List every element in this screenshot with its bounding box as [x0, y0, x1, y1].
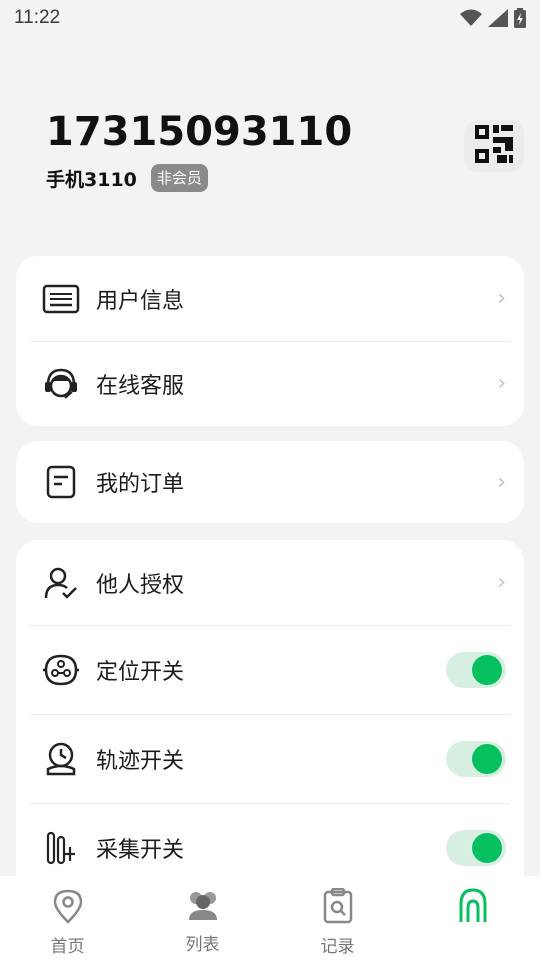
member-badge[interactable]: 非会员	[150, 164, 208, 192]
people-icon	[186, 888, 220, 926]
qr-code-button[interactable]	[464, 120, 524, 172]
tab-list[interactable]: 列表	[135, 876, 270, 960]
phone-number: 17315093110	[46, 109, 353, 155]
menu-item-label: 在线客服	[96, 373, 185, 399]
menu-item-authorization[interactable]: 他人授权 ›	[16, 540, 524, 625]
tab-label: 记录	[320, 937, 355, 957]
keyboard-icon	[42, 280, 80, 318]
collect-toggle[interactable]	[446, 829, 506, 866]
wifi-icon	[460, 9, 482, 27]
track-icon	[42, 740, 80, 778]
chevron-right-icon: ›	[497, 469, 506, 495]
chevron-right-icon: ›	[497, 371, 506, 396]
menu-item-label: 我的订单	[96, 472, 185, 497]
signal-icon	[488, 9, 508, 27]
menu-item-my-orders[interactable]: 我的订单 ›	[16, 441, 524, 523]
location-toggle[interactable]	[446, 651, 506, 688]
menu-item-label: 轨迹开关	[96, 748, 185, 774]
location-pin-icon	[52, 888, 84, 928]
menu-card-settings: 他人授权 › 定位开关 轨迹开关 采集开关	[16, 540, 524, 880]
headset-icon	[42, 365, 80, 403]
status-icons	[460, 8, 526, 28]
menu-item-label: 用户信息	[96, 288, 185, 314]
order-icon	[42, 463, 80, 501]
menu-item-label: 采集开关	[96, 837, 185, 863]
menu-item-user-info[interactable]: 用户信息 ›	[16, 256, 524, 341]
tab-home[interactable]: 首页	[0, 876, 135, 960]
menu-item-label: 他人授权	[96, 572, 185, 598]
toggle-knob	[472, 832, 502, 863]
menu-card-account: 用户信息 › 在线客服 ›	[16, 256, 524, 426]
location-switch-icon	[42, 651, 80, 689]
tab-records[interactable]: 记录	[270, 876, 405, 960]
tab-label: 列表	[185, 935, 220, 955]
record-icon	[323, 887, 353, 928]
toggle-knob	[472, 743, 502, 774]
chevron-right-icon: ›	[497, 570, 506, 595]
collect-icon	[42, 829, 80, 867]
user-check-icon	[42, 564, 80, 602]
status-time: 11:22	[14, 7, 61, 28]
menu-card-orders: 我的订单 ›	[16, 441, 524, 523]
status-bar: 11:22	[0, 0, 540, 36]
chevron-right-icon: ›	[497, 286, 506, 311]
menu-item-online-service[interactable]: 在线客服 ›	[16, 341, 524, 426]
track-toggle[interactable]	[446, 740, 506, 777]
menu-item-track-switch: 轨迹开关	[16, 714, 524, 803]
tab-profile[interactable]	[405, 876, 540, 960]
tab-label: 首页	[50, 937, 85, 957]
device-name: 手机3110	[46, 168, 137, 191]
menu-item-collect-switch: 采集开关	[16, 803, 524, 880]
menu-item-label: 定位开关	[96, 659, 185, 685]
profile-header: 17315093110 手机3110 非会员	[46, 108, 352, 192]
profile-tab-icon	[456, 888, 490, 928]
qr-code-icon	[475, 125, 513, 167]
toggle-knob	[472, 654, 502, 685]
bottom-nav: 首页 列表 记录	[0, 876, 540, 960]
battery-icon	[514, 8, 526, 28]
menu-item-location-switch: 定位开关	[16, 625, 524, 714]
